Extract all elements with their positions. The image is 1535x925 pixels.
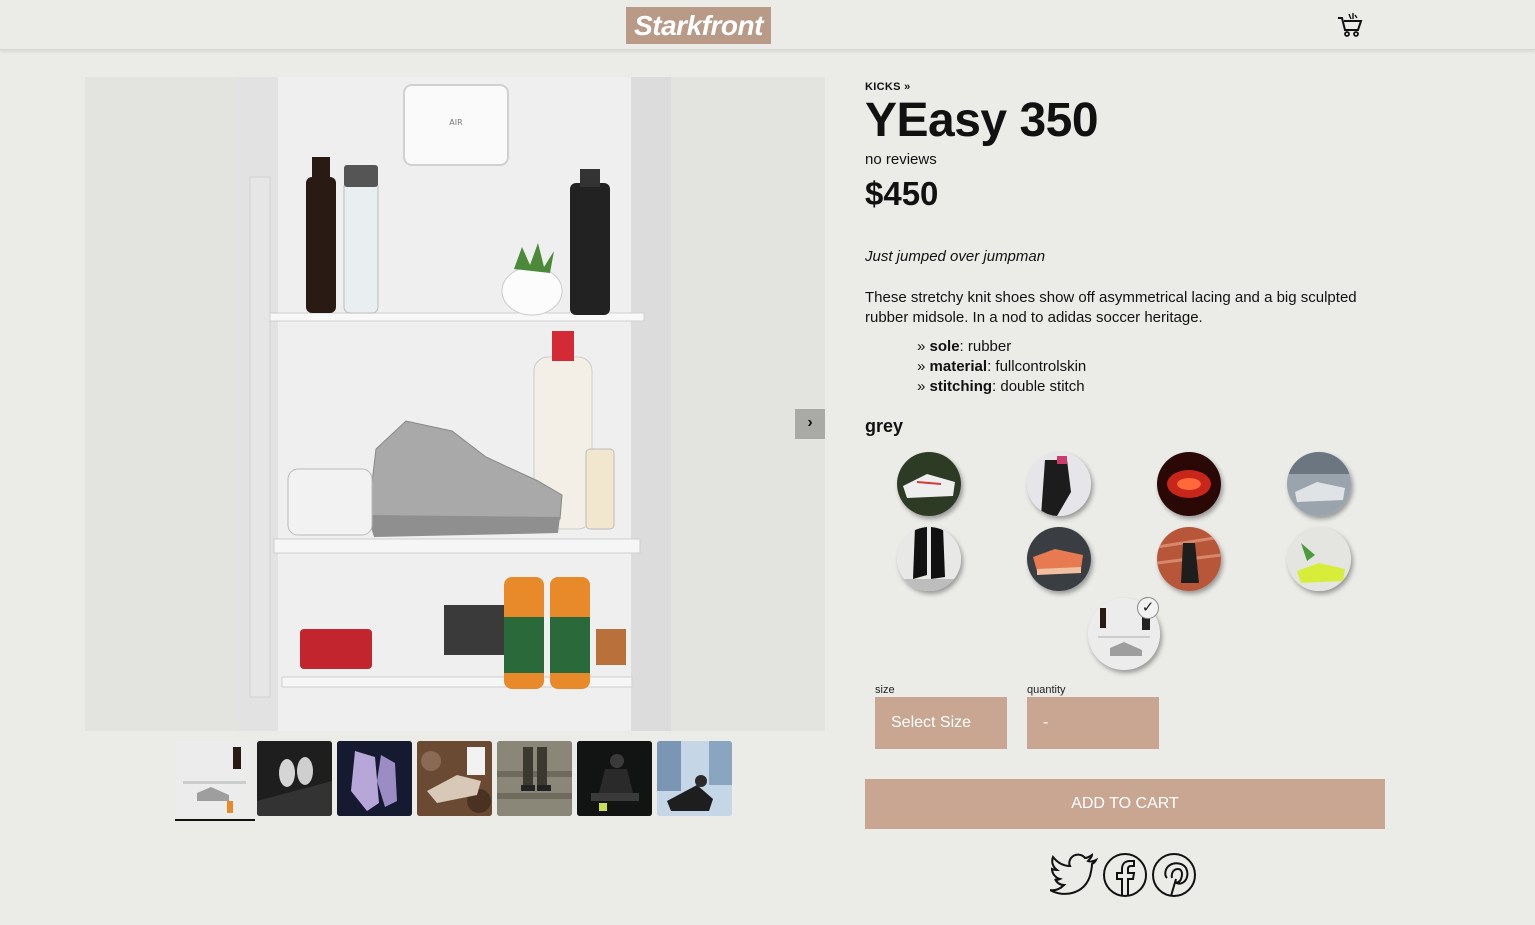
pinterest-icon[interactable]: [1151, 852, 1199, 898]
site-logo[interactable]: Starkfront: [626, 7, 771, 44]
spec-item: » material: fullcontrolskin: [917, 358, 1087, 375]
product-description: These stretchy knit shoes show off asymm…: [865, 289, 1357, 326]
thumbnail-3[interactable]: [337, 741, 412, 816]
thumbnail-4[interactable]: [417, 741, 492, 816]
product-main-image: AIR: [238, 77, 671, 731]
thumbnail-5[interactable]: [497, 741, 572, 816]
thumbnail-7[interactable]: [657, 741, 732, 816]
add-to-cart-button[interactable]: ADD TO CART: [865, 779, 1385, 829]
color-swatch-8[interactable]: [1287, 527, 1351, 591]
color-swatch-3[interactable]: [1157, 452, 1221, 516]
selected-color-label: grey: [865, 416, 904, 436]
product-image-viewer: AIR: [85, 77, 825, 731]
thumbnail-1[interactable]: [177, 741, 252, 816]
color-swatch-6[interactable]: [1027, 527, 1091, 591]
size-label: size: [875, 684, 895, 696]
color-swatch-2[interactable]: [1027, 452, 1091, 516]
reviews-text[interactable]: no reviews: [865, 151, 937, 168]
product-specs: » sole: rubber » material: fullcontrolsk…: [917, 337, 1086, 397]
twitter-icon[interactable]: [1049, 852, 1099, 898]
next-image-button[interactable]: ›: [795, 409, 825, 439]
spec-item: » sole: rubber: [917, 338, 1012, 355]
cart-icon[interactable]: [1336, 12, 1364, 38]
product-title: YEasy 350: [865, 94, 1099, 147]
product-tagline: Just jumped over jumpman: [865, 248, 1046, 265]
selected-check-icon: ✓: [1137, 597, 1159, 619]
active-thumbnail-indicator: [175, 819, 255, 821]
quantity-label: quantity: [1027, 684, 1066, 696]
color-swatch-5[interactable]: [897, 527, 961, 591]
breadcrumb[interactable]: KICKS »: [865, 81, 911, 93]
spec-item: » stitching: double stitch: [917, 378, 1085, 395]
facebook-icon[interactable]: [1102, 852, 1150, 898]
site-header: Starkfront: [0, 0, 1535, 50]
color-swatch-1[interactable]: [897, 452, 961, 516]
quantity-select[interactable]: -: [1027, 697, 1159, 749]
product-price: $450: [865, 175, 939, 212]
color-swatch-7[interactable]: [1157, 527, 1221, 591]
thumbnail-2[interactable]: [257, 741, 332, 816]
svg-text:AIR: AIR: [449, 118, 463, 127]
size-select[interactable]: Select Size: [875, 697, 1007, 749]
thumbnail-6[interactable]: [577, 741, 652, 816]
color-swatch-4[interactable]: [1287, 452, 1351, 516]
